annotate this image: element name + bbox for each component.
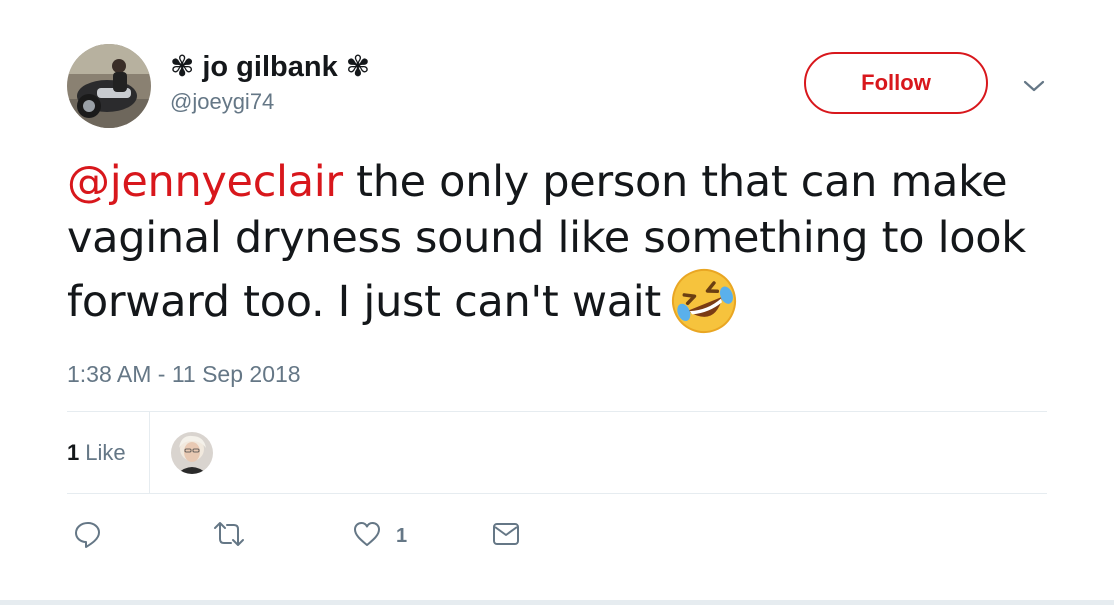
like-button[interactable]: 1 bbox=[352, 516, 407, 556]
mention-link[interactable]: @jennyeclair bbox=[67, 157, 343, 207]
envelope-icon bbox=[491, 521, 521, 552]
card-bottom-border bbox=[0, 600, 1114, 605]
tweet-stats: 1 Like bbox=[67, 412, 1047, 494]
reply-icon bbox=[73, 519, 103, 554]
tweet-card: ✾ jo gilbank ✾ @joeygi74 Follow @jennyec… bbox=[0, 0, 1114, 605]
rolling-on-the-floor-laughing-icon bbox=[669, 266, 739, 336]
author-names: ✾ jo gilbank ✾ @joeygi74 bbox=[170, 50, 370, 116]
liker-avatar[interactable] bbox=[171, 432, 213, 474]
likes-count: 1 bbox=[67, 440, 80, 465]
likes-label: Like bbox=[85, 440, 126, 465]
likes-stat[interactable]: 1 Like bbox=[67, 412, 126, 494]
author-avatar[interactable] bbox=[67, 44, 151, 128]
follow-button[interactable]: Follow bbox=[804, 52, 988, 114]
heart-icon bbox=[352, 520, 382, 553]
retweet-icon bbox=[211, 519, 247, 554]
tweet-text: @jennyeclair the only person that can ma… bbox=[67, 154, 1067, 336]
reply-button[interactable] bbox=[73, 516, 103, 556]
display-name[interactable]: ✾ jo gilbank ✾ bbox=[170, 50, 370, 84]
retweet-button[interactable] bbox=[211, 516, 247, 556]
tweet-timestamp[interactable]: 1:38 AM - 11 Sep 2018 bbox=[67, 360, 301, 388]
stats-bottom-divider bbox=[67, 493, 1047, 494]
direct-message-button[interactable] bbox=[491, 516, 521, 556]
author-avatar-image bbox=[67, 44, 151, 128]
stats-separator bbox=[149, 412, 150, 494]
handle[interactable]: @joeygi74 bbox=[170, 88, 370, 116]
chevron-down-icon[interactable] bbox=[1020, 74, 1048, 98]
like-count: 1 bbox=[396, 524, 408, 547]
tweet-actions: 1 bbox=[67, 516, 1047, 556]
